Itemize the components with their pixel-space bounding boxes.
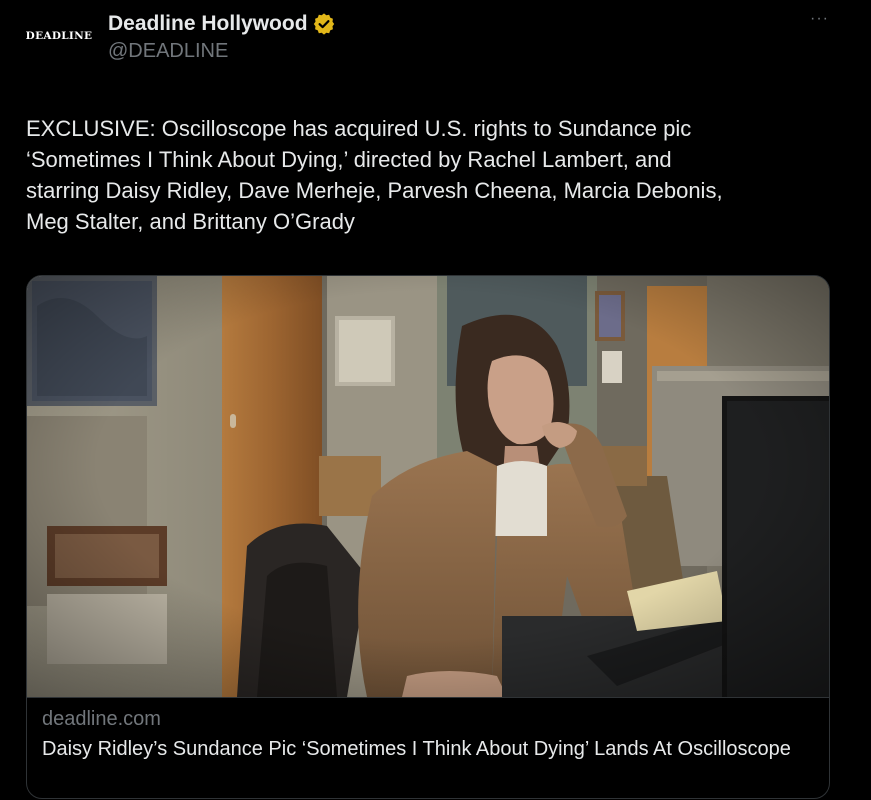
link-card[interactable]: deadline.com Daisy Ridley’s Sundance Pic… (26, 275, 830, 799)
card-info[interactable]: deadline.com Daisy Ridley’s Sundance Pic… (27, 697, 829, 798)
name-row: Deadline Hollywood (108, 10, 335, 38)
tweet-text: EXCLUSIVE: Oscilloscope has acquired U.S… (26, 116, 723, 234)
avatar[interactable]: DEADLINE (24, 14, 94, 58)
avatar-logo-text: DEADLINE (25, 30, 93, 42)
card-domain: deadline.com (42, 708, 161, 730)
handle[interactable]: @DEADLINE (108, 40, 335, 63)
card-image[interactable] (27, 276, 829, 697)
verified-badge-icon[interactable] (313, 13, 335, 35)
more-options-icon[interactable]: ··· (810, 11, 829, 27)
tweet: DEADLINE Deadline Hollywood @DEADLINE ··… (0, 0, 871, 800)
display-name[interactable]: Deadline Hollywood (108, 12, 308, 36)
card-title: Daisy Ridley’s Sundance Pic ‘Sometimes I… (42, 738, 791, 760)
author-block: Deadline Hollywood @DEADLINE (108, 10, 335, 63)
film-still-image (27, 276, 829, 697)
